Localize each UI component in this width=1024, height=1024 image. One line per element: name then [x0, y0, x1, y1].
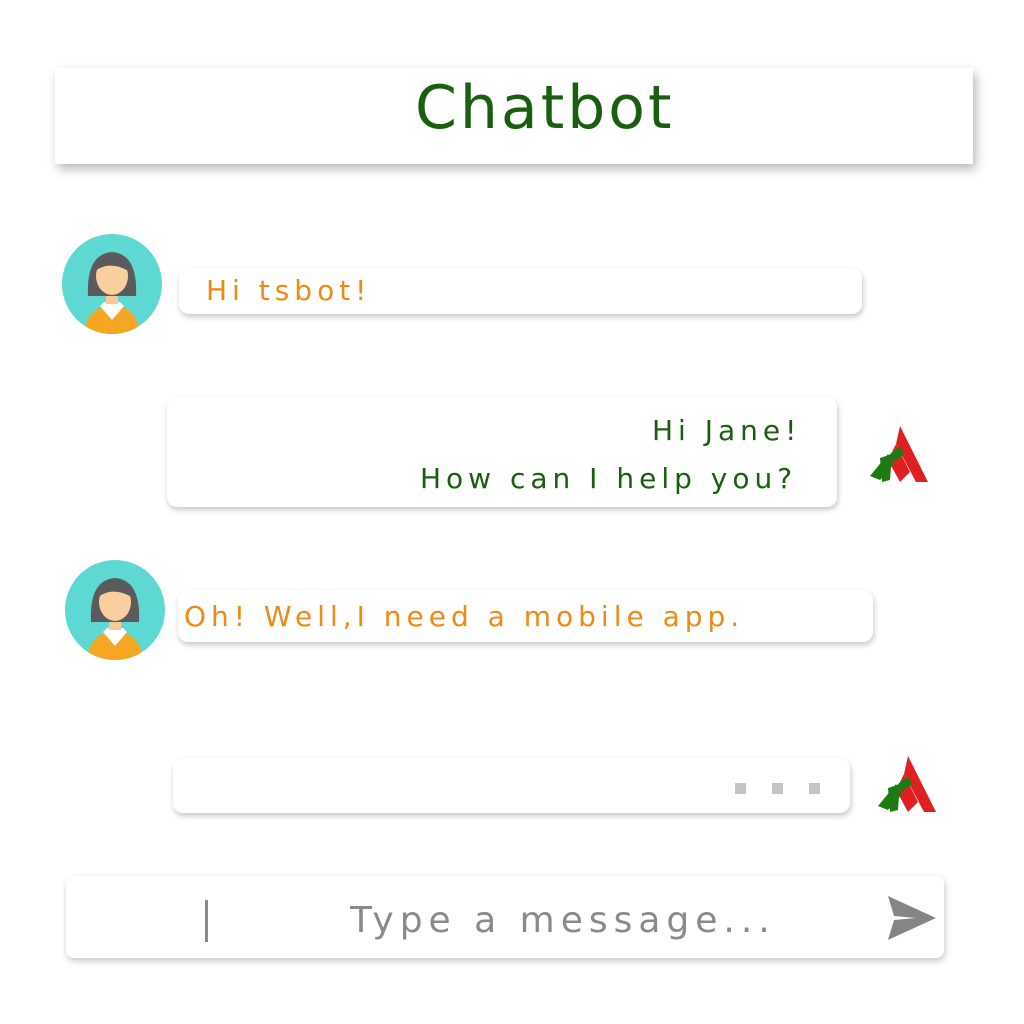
text-caret	[205, 900, 208, 942]
user-message-text: Oh! Well,I need a mobile app.	[184, 600, 745, 633]
typing-indicator	[735, 783, 820, 794]
bot-logo-icon	[874, 754, 944, 818]
chat-window: Chatbot Hi tsbot! Hi Jane! How can I hel…	[0, 0, 1024, 1024]
user-avatar-icon	[65, 560, 165, 660]
typing-dot	[772, 783, 783, 794]
send-button[interactable]	[886, 894, 938, 942]
message-input[interactable]	[340, 890, 830, 950]
bot-message-text: How can I help you?	[420, 462, 798, 495]
page-title: Chatbot	[415, 73, 675, 143]
typing-dot	[809, 783, 820, 794]
send-icon	[888, 896, 936, 940]
bot-message-text: Hi Jane!	[652, 414, 802, 447]
bot-logo-icon	[866, 424, 936, 488]
user-message-text: Hi tsbot!	[206, 274, 372, 307]
user-avatar-icon	[62, 234, 162, 334]
typing-dot	[735, 783, 746, 794]
